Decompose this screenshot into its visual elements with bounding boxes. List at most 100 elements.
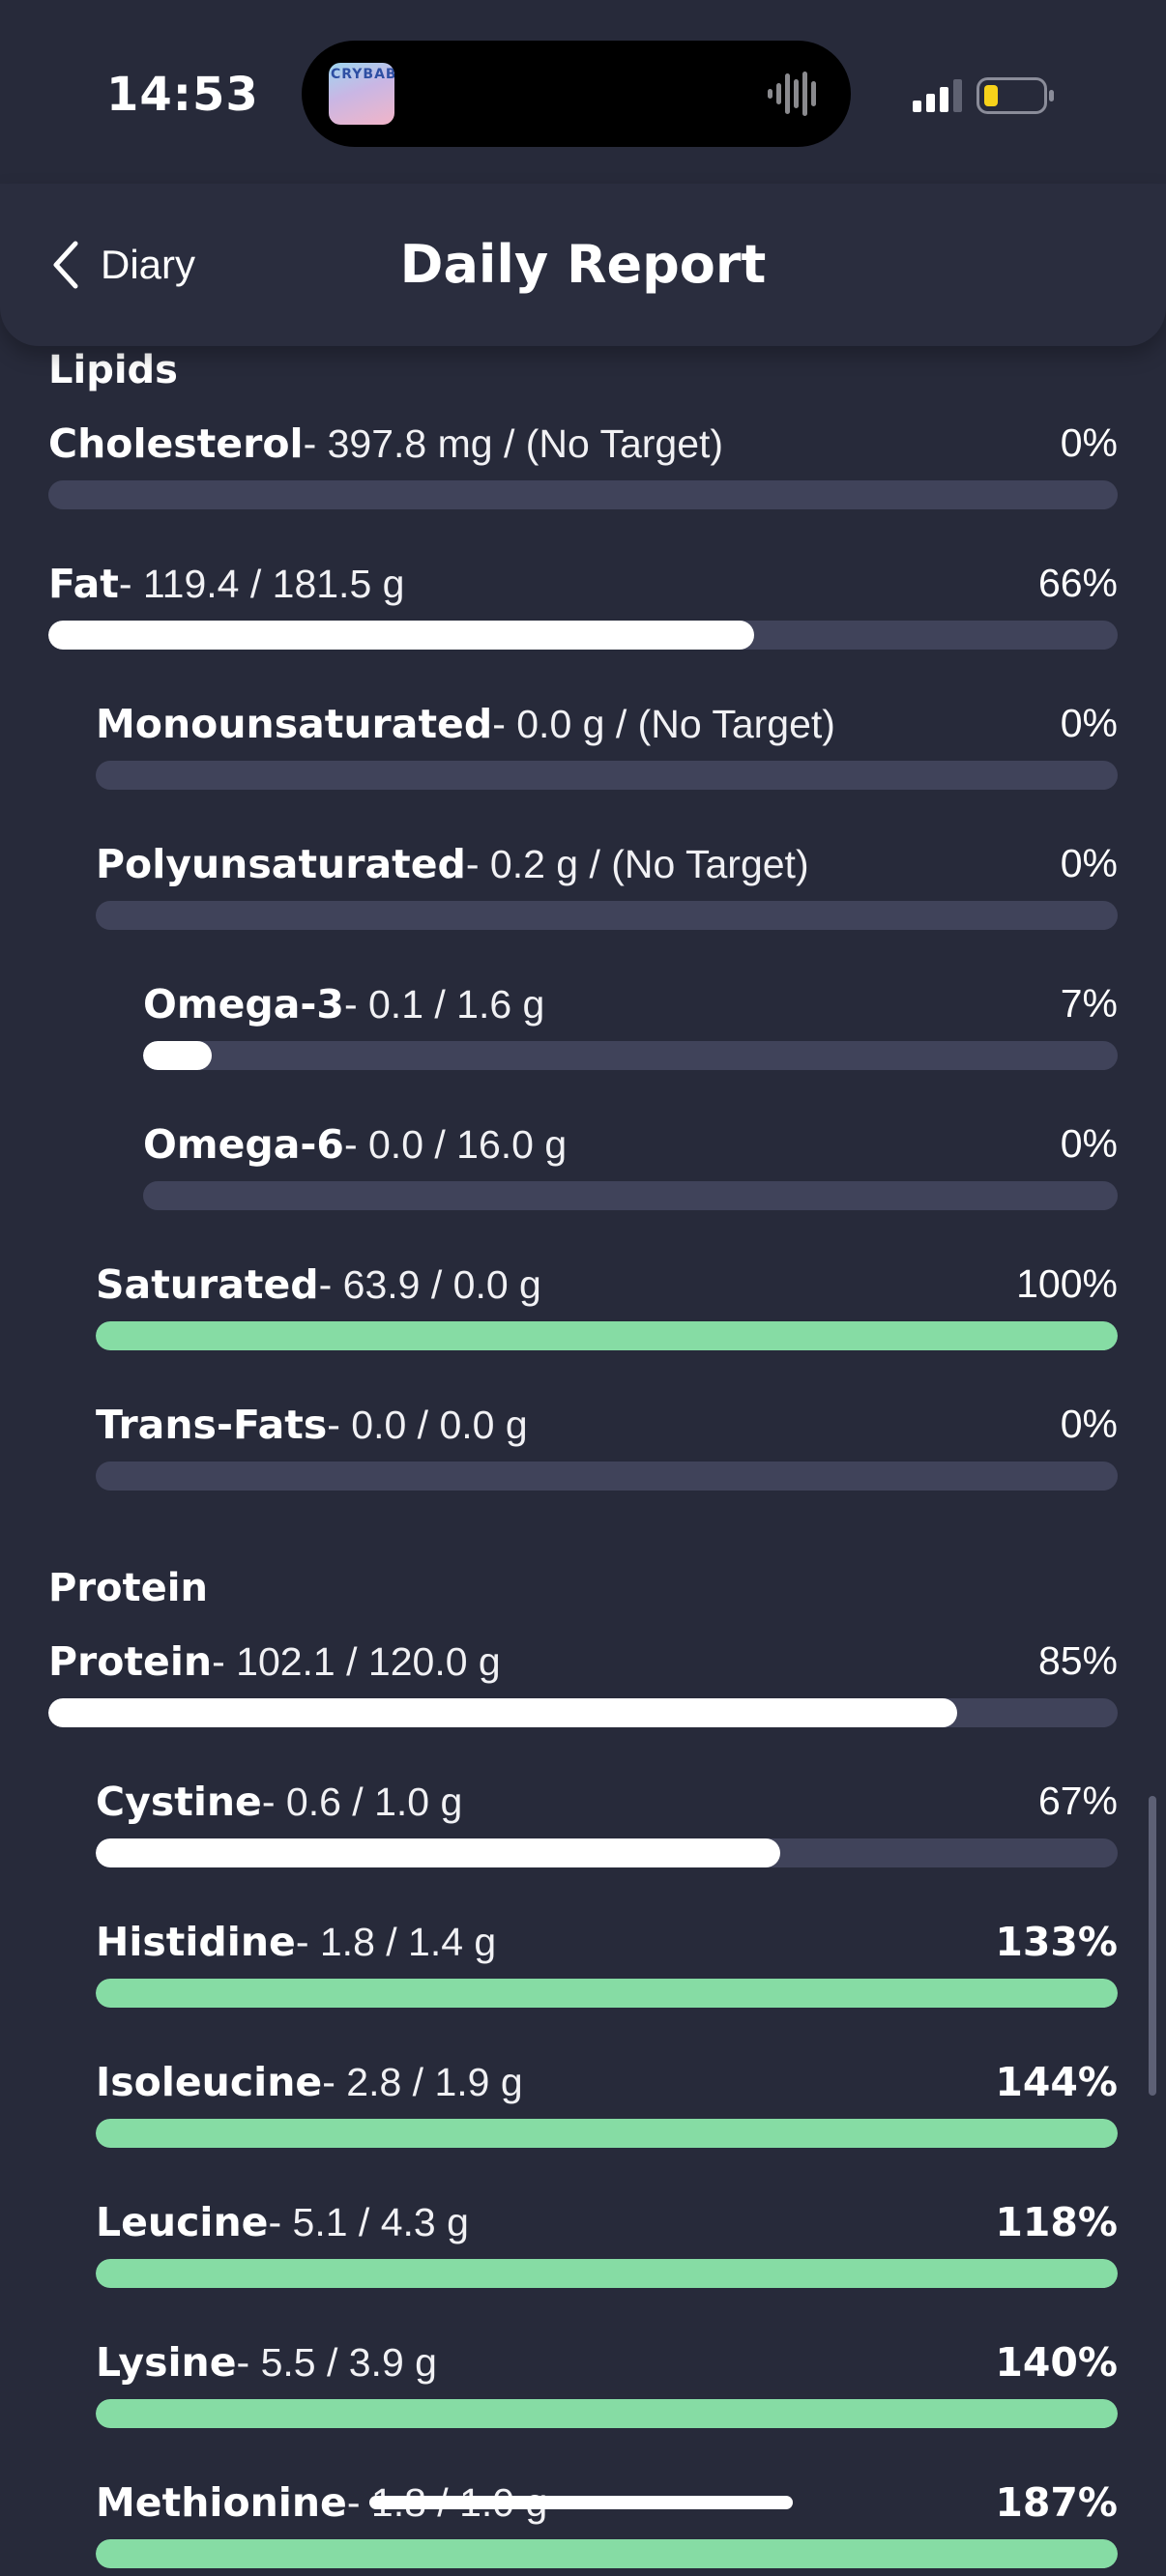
nutrient-amount: - 1.8 / 1.4 g xyxy=(295,1920,497,1964)
nutrient-heading: Isoleucine- 2.8 / 1.9 g xyxy=(96,2059,523,2105)
nutrient-percent: 0% xyxy=(1060,1121,1118,1166)
battery-icon xyxy=(977,77,1054,114)
progress-track xyxy=(96,2119,1118,2148)
progress-fill xyxy=(96,1838,781,1867)
nutrient-row[interactable]: Fat- 119.4 / 181.5 g 66% xyxy=(48,561,1118,657)
progress-fill xyxy=(48,1698,958,1727)
nutrient-amount: - 102.1 / 120.0 g xyxy=(212,1639,501,1684)
nutrient-percent: 0% xyxy=(1060,701,1118,745)
progress-track xyxy=(143,1181,1118,1210)
nutrient-name: Cholesterol xyxy=(48,420,304,467)
nutrient-row[interactable]: Cholesterol- 397.8 mg / (No Target) 0% xyxy=(48,420,1118,517)
nutrient-heading: Cholesterol- 397.8 mg / (No Target) xyxy=(48,420,723,467)
nutrient-percent: 144% xyxy=(995,2059,1118,2105)
home-indicator[interactable] xyxy=(369,2496,793,2509)
progress-track xyxy=(96,1838,1118,1867)
nutrient-name: Lysine xyxy=(96,2339,237,2386)
progress-track xyxy=(96,2399,1118,2428)
nutrient-amount: - 0.0 / 0.0 g xyxy=(327,1403,528,1447)
nutrient-row[interactable]: Lysine- 5.5 / 3.9 g 140% xyxy=(96,2339,1118,2436)
page-title: Daily Report xyxy=(399,234,767,295)
progress-fill xyxy=(96,2399,1118,2428)
nutrient-percent: 7% xyxy=(1060,981,1118,1026)
section-title: Lipids xyxy=(48,348,178,392)
progress-track xyxy=(96,1462,1118,1491)
nutrient-row[interactable]: Isoleucine- 2.8 / 1.9 g 144% xyxy=(96,2059,1118,2156)
nutrient-heading: Lysine- 5.5 / 3.9 g xyxy=(96,2339,437,2386)
progress-track xyxy=(96,1321,1118,1350)
progress-track xyxy=(48,1698,1118,1727)
nutrient-name: Histidine xyxy=(96,1919,296,1965)
nutrient-row[interactable]: Cystine- 0.6 / 1.0 g 67% xyxy=(96,1779,1118,1875)
nutrient-amount: - 0.2 g / (No Target) xyxy=(465,842,809,886)
progress-fill xyxy=(96,1979,1118,2008)
nutrient-name: Leucine xyxy=(96,2199,269,2245)
nutrient-heading: Cystine- 0.6 / 1.0 g xyxy=(96,1779,462,1825)
nutrient-amount: - 0.6 / 1.0 g xyxy=(261,1780,463,1824)
report-scroll-content[interactable]: Lipids Cholesterol- 397.8 mg / (No Target… xyxy=(0,0,1166,2568)
nutrient-heading: Trans-Fats- 0.0 / 0.0 g xyxy=(96,1402,528,1448)
nutrient-amount: - 0.0 / 16.0 g xyxy=(343,1122,568,1167)
nutrient-percent: 66% xyxy=(1037,561,1118,605)
progress-fill xyxy=(143,1041,212,1070)
nutrient-percent: 118% xyxy=(995,2199,1118,2245)
nutrient-row[interactable]: Leucine- 5.1 / 4.3 g 118% xyxy=(96,2199,1118,2296)
nutrient-name: Polyunsaturated xyxy=(96,841,466,887)
now-playing-artwork: CRYBABY xyxy=(329,63,394,125)
progress-fill xyxy=(96,1321,1118,1350)
nutrient-name: Isoleucine xyxy=(96,2059,323,2105)
progress-track xyxy=(96,901,1118,930)
nutrient-row[interactable]: Omega-3- 0.1 / 1.6 g 7% xyxy=(143,981,1118,1078)
progress-track xyxy=(96,2539,1118,2568)
nutrient-heading: Saturated- 63.9 / 0.0 g xyxy=(96,1261,541,1308)
nutrient-heading: Histidine- 1.8 / 1.4 g xyxy=(96,1919,496,1965)
nutrient-heading: Polyunsaturated- 0.2 g / (No Target) xyxy=(96,841,809,887)
nutrient-row[interactable]: Methionine- 1.8 / 1.0 g187% xyxy=(96,2479,1118,2576)
nutrient-row[interactable]: Saturated- 63.9 / 0.0 g 100% xyxy=(96,1261,1118,1358)
artwork-text: CRYBABY xyxy=(331,67,394,82)
nutrient-row[interactable]: Trans-Fats- 0.0 / 0.0 g 0% xyxy=(96,1402,1118,1498)
progress-fill xyxy=(96,2119,1118,2148)
progress-track xyxy=(96,2259,1118,2288)
audio-waveform-icon xyxy=(768,72,816,116)
progress-track xyxy=(143,1041,1118,1070)
dynamic-island[interactable]: CRYBABY xyxy=(302,41,851,147)
nutrient-row[interactable]: Polyunsaturated- 0.2 g / (No Target) 0% xyxy=(96,841,1118,938)
nutrient-percent: 67% xyxy=(1037,1779,1118,1823)
nutrient-percent: 187% xyxy=(995,2479,1118,2526)
nutrient-percent: 140% xyxy=(995,2339,1118,2386)
nutrient-percent: 85% xyxy=(1037,1638,1118,1683)
nutrient-percent: 133% xyxy=(995,1919,1118,1965)
cellular-signal-icon xyxy=(913,79,962,112)
nutrient-heading: Monounsaturated- 0.0 g / (No Target) xyxy=(96,701,835,747)
nutrient-name: Omega-6 xyxy=(143,1121,344,1168)
nutrient-row[interactable]: Protein- 102.1 / 120.0 g 85% xyxy=(48,1638,1118,1735)
nutrient-heading: Protein- 102.1 / 120.0 g xyxy=(48,1638,501,1685)
progress-fill xyxy=(96,2539,1118,2568)
progress-track xyxy=(48,480,1118,509)
nutrient-row[interactable]: Omega-6- 0.0 / 16.0 g 0% xyxy=(143,1121,1118,1218)
progress-track xyxy=(48,621,1118,650)
nutrient-name: Saturated xyxy=(96,1261,319,1308)
nutrient-amount: - 0.1 / 1.6 g xyxy=(343,982,545,1027)
progress-fill xyxy=(96,2259,1118,2288)
nutrient-name: Protein xyxy=(48,1638,213,1685)
nutrient-heading: Leucine- 5.1 / 4.3 g xyxy=(96,2199,469,2245)
nutrient-row[interactable]: Histidine- 1.8 / 1.4 g 133% xyxy=(96,1919,1118,2015)
progress-track xyxy=(96,761,1118,790)
nutrient-name: Fat xyxy=(48,561,119,607)
nutrient-amount: - 2.8 / 1.9 g xyxy=(322,2060,523,2104)
nutrient-name: Methionine xyxy=(96,2479,347,2526)
nutrient-row[interactable]: Monounsaturated- 0.0 g / (No Target) 0% xyxy=(96,701,1118,797)
nutrient-amount: - 5.5 / 3.9 g xyxy=(236,2340,437,2385)
nutrient-percent: 0% xyxy=(1060,841,1118,885)
nutrient-heading: Fat- 119.4 / 181.5 g xyxy=(48,561,404,607)
section-title: Protein xyxy=(48,1566,208,1610)
nutrient-amount: - 119.4 / 181.5 g xyxy=(118,562,405,606)
progress-fill xyxy=(48,621,754,650)
nutrient-heading: Omega-6- 0.0 / 16.0 g xyxy=(143,1121,567,1168)
scrollbar[interactable] xyxy=(1149,1796,1156,2096)
nutrient-name: Omega-3 xyxy=(143,981,344,1028)
nutrient-name: Monounsaturated xyxy=(96,701,493,747)
navigation-bar: Diary Daily Report xyxy=(0,184,1166,346)
